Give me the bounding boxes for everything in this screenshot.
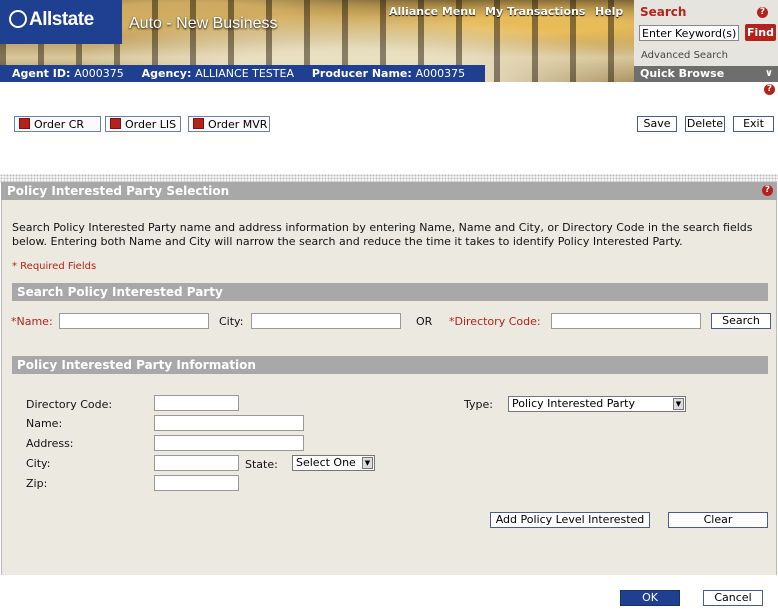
producer-label: Producer Name:: [311, 67, 412, 80]
quick-browse-bar[interactable]: Quick Browse ∨: [634, 66, 778, 82]
page-title: Policy Interested Party Selection: [7, 184, 230, 198]
info-name-label: Name:: [26, 417, 63, 430]
search-name-input[interactable]: [59, 313, 209, 329]
info-directory-code-label: Directory Code:: [26, 398, 113, 411]
state-select-value: Select One: [296, 456, 356, 469]
agent-info-bar: Agent ID: A000375 Agency: ALLIANCE TESTE…: [0, 65, 485, 82]
search-title: Search: [640, 5, 687, 19]
agency-value: ALLIANCE TESTEA: [195, 67, 294, 80]
chevron-down-icon: ∨: [764, 68, 773, 79]
page-help-icon[interactable]: ?: [764, 84, 775, 95]
nav-alliance-menu[interactable]: Alliance Menu: [389, 5, 476, 18]
advanced-search-link[interactable]: Advanced Search: [641, 50, 728, 61]
or-label: OR: [416, 315, 433, 328]
intro-text: Search Policy Interested Party name and …: [12, 221, 753, 248]
order-icon: [19, 118, 30, 129]
type-select[interactable]: Policy Interested Party ▼: [508, 396, 686, 412]
info-zip-label: Zip:: [26, 477, 48, 490]
type-label: Type:: [464, 398, 493, 411]
order-icon: [193, 118, 204, 129]
section-header: Policy Interested Party Selection: [1, 182, 777, 200]
info-section-title: Policy Interested Party Information: [17, 358, 256, 372]
name-label: *Name:: [11, 315, 53, 328]
producer-value: A000375: [415, 67, 466, 80]
logo-text: Allstate: [29, 9, 94, 30]
search-help-icon[interactable]: ?: [757, 7, 768, 18]
find-button[interactable]: Find: [745, 24, 776, 41]
search-button[interactable]: Search: [711, 313, 771, 329]
required-fields-note: * Required Fields: [12, 261, 97, 272]
hands-logo-icon: [9, 10, 27, 28]
app-title: Auto - New Business: [129, 15, 278, 32]
info-address-input[interactable]: [154, 435, 304, 451]
add-policy-level-interested-button[interactable]: Add Policy Level Interested: [490, 512, 650, 528]
state-select[interactable]: Select One ▼: [292, 455, 375, 471]
delete-button[interactable]: Delete: [685, 116, 725, 132]
search-city-input[interactable]: [251, 313, 401, 329]
search-section-header: Search Policy Interested Party: [12, 283, 768, 301]
order-lis-label: Order LIS: [125, 118, 177, 131]
info-section-header: Policy Interested Party Information: [12, 356, 768, 374]
ok-button[interactable]: OK: [620, 590, 680, 606]
keyword-search-input[interactable]: [639, 25, 739, 41]
agent-id-value: A000375: [74, 67, 124, 80]
order-mvr-label: Order MVR: [208, 118, 268, 131]
info-zip-input[interactable]: [154, 475, 239, 491]
info-directory-code-input[interactable]: [154, 395, 239, 411]
order-icon: [110, 118, 121, 129]
clear-button[interactable]: Clear: [668, 512, 768, 528]
info-address-label: Address:: [26, 437, 74, 450]
divider: [0, 174, 778, 182]
dropdown-arrow-icon: ▼: [673, 398, 684, 410]
order-lis-button[interactable]: Order LIS: [105, 116, 181, 132]
cancel-button[interactable]: Cancel: [703, 590, 763, 606]
order-mvr-button[interactable]: Order MVR: [188, 116, 270, 132]
info-city-label: City:: [26, 457, 51, 470]
order-cr-label: Order CR: [34, 118, 85, 131]
nav-my-transactions[interactable]: My Transactions: [485, 5, 585, 18]
info-name-input[interactable]: [154, 415, 304, 431]
quick-browse-label: Quick Browse: [640, 67, 725, 80]
info-state-label: State:: [245, 458, 278, 471]
search-section-title: Search Policy Interested Party: [17, 285, 223, 299]
order-cr-button[interactable]: Order CR: [14, 116, 101, 132]
section-help-icon[interactable]: ?: [762, 185, 773, 196]
directory-code-label: *Directory Code:: [449, 315, 541, 328]
city-label: City:: [219, 315, 244, 328]
allstate-logo[interactable]: Allstate: [9, 9, 94, 31]
dropdown-arrow-icon: ▼: [362, 457, 373, 469]
search-directory-code-input[interactable]: [551, 313, 701, 329]
nav-help[interactable]: Help: [595, 5, 623, 18]
info-city-input[interactable]: [154, 455, 239, 471]
save-button[interactable]: Save: [637, 116, 677, 132]
agency-label: Agency:: [141, 67, 192, 80]
agent-id-label: Agent ID:: [12, 67, 71, 80]
type-select-value: Policy Interested Party: [512, 397, 635, 410]
exit-button[interactable]: Exit: [733, 116, 774, 132]
